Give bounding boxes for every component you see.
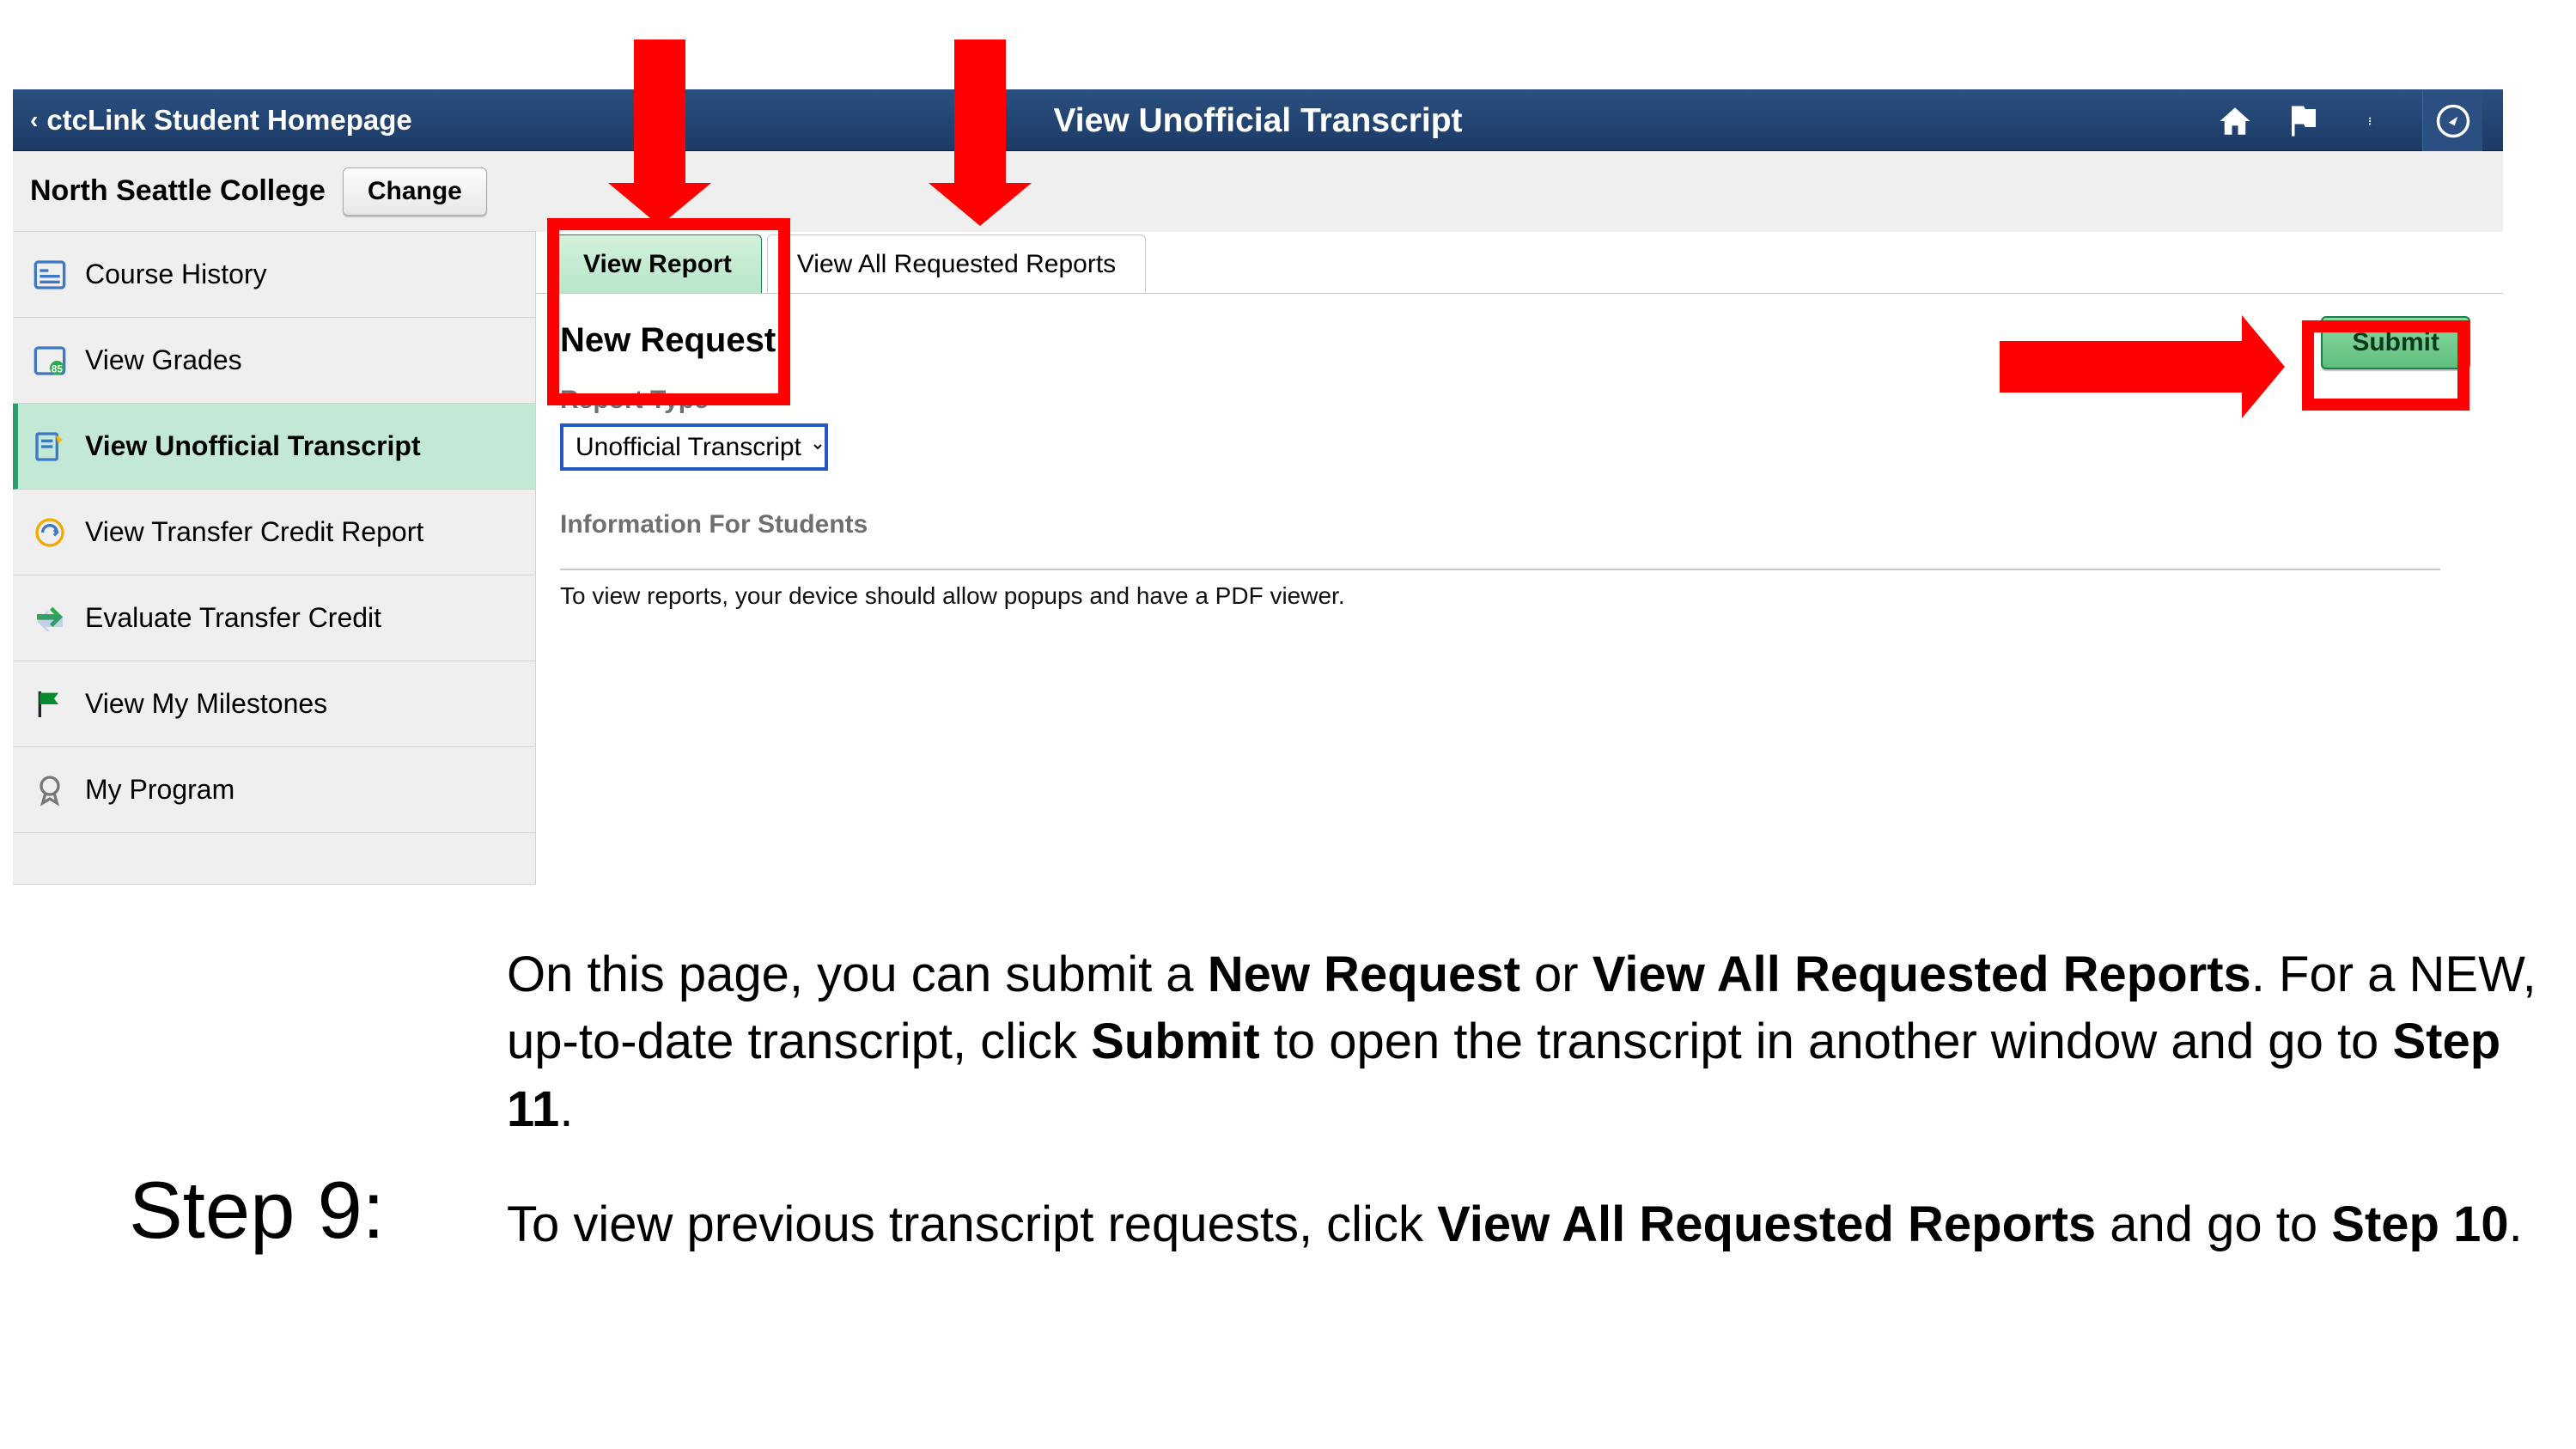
sidebar: Course History 85 View Grades View Unoff…: [13, 232, 536, 885]
instr-text-strong: View All Requested Reports: [1437, 1196, 2096, 1252]
main-content: View Report View All Requested Reports S…: [536, 232, 2503, 935]
divider: [560, 569, 2440, 570]
back-button-label: ctcLink Student Homepage: [46, 104, 411, 137]
menu-dots-icon[interactable]: [2354, 102, 2391, 140]
sidebar-item-my-program[interactable]: My Program: [13, 747, 535, 833]
instr-text-span: or: [1520, 947, 1592, 1002]
instr-text-strong: New Request: [1208, 947, 1520, 1002]
instruction-text: On this page, you can submit a New Reque…: [507, 941, 2559, 1306]
evaluate-transfer-icon: [30, 599, 70, 638]
report-type-select-wrap: Unofficial Transcript: [560, 423, 2479, 471]
instr-text-span: .: [2509, 1196, 2523, 1252]
tab-view-report[interactable]: View Report: [553, 234, 762, 293]
tab-view-all-requested-reports[interactable]: View All Requested Reports: [767, 234, 1146, 293]
instr-text-span: to open the transcript in another window…: [1260, 1014, 2393, 1069]
screenshot-area: ‹ ctcLink Student Homepage View Unoffici…: [13, 89, 2503, 935]
grades-icon: 85: [30, 341, 70, 381]
submit-button[interactable]: Submit: [2321, 316, 2470, 369]
home-icon[interactable]: [2216, 102, 2254, 140]
sidebar-item-label: View Grades: [85, 344, 242, 376]
tabs: View Report View All Requested Reports: [536, 232, 2503, 294]
instr-text-strong: Step 10: [2331, 1196, 2508, 1252]
compass-button[interactable]: [2422, 90, 2482, 152]
instructions: Step 9: On this page, you can submit a N…: [129, 941, 2559, 1306]
sidebar-item-label: View My Milestones: [85, 688, 327, 720]
change-button[interactable]: Change: [343, 167, 487, 216]
sidebar-item-view-grades[interactable]: 85 View Grades: [13, 318, 535, 404]
transcript-icon: [30, 427, 70, 466]
instr-text-span: and go to: [2096, 1196, 2331, 1252]
sidebar-item-empty: [13, 833, 535, 885]
transfer-report-icon: [30, 513, 70, 552]
flag-icon[interactable]: [2285, 102, 2323, 140]
subheader: North Seattle College Change: [13, 151, 536, 232]
header-actions: [2199, 90, 2503, 152]
sidebar-item-label: View Transfer Credit Report: [85, 516, 423, 548]
report-type-select[interactable]: Unofficial Transcript: [560, 423, 828, 471]
instr-text-strong: View All Requested Reports: [1592, 947, 2251, 1002]
ribbon-icon: [30, 770, 70, 810]
sidebar-item-view-milestones[interactable]: View My Milestones: [13, 661, 535, 747]
sidebar-item-view-unofficial-transcript[interactable]: View Unofficial Transcript: [13, 404, 535, 490]
content-top-strip: [536, 151, 2503, 232]
sidebar-item-label: View Unofficial Transcript: [85, 430, 421, 462]
instr-text-span: To view previous transcript requests, cl…: [507, 1196, 1437, 1252]
instr-text-strong: Submit: [1091, 1014, 1260, 1069]
sidebar-item-label: Course History: [85, 259, 267, 290]
sidebar-item-label: Evaluate Transfer Credit: [85, 602, 381, 634]
milestone-flag-icon: [30, 685, 70, 724]
sidebar-item-course-history[interactable]: Course History: [13, 232, 535, 318]
sidebar-item-label: My Program: [85, 774, 234, 806]
sidebar-item-transfer-credit-report[interactable]: View Transfer Credit Report: [13, 490, 535, 575]
college-name: North Seattle College: [30, 174, 326, 208]
svg-text:85: 85: [52, 363, 63, 374]
info-heading: Information For Students: [560, 510, 2479, 539]
info-note: To view reports, your device should allo…: [560, 582, 2479, 610]
sidebar-item-evaluate-transfer-credit[interactable]: Evaluate Transfer Credit: [13, 575, 535, 661]
instr-text-span: On this page, you can submit a: [507, 947, 1208, 1002]
app-header: ‹ ctcLink Student Homepage View Unoffici…: [13, 89, 2503, 151]
step-label: Step 9:: [129, 992, 490, 1257]
chevron-left-icon: ‹: [30, 107, 38, 134]
arrow-down-icon: [634, 40, 685, 190]
back-button[interactable]: ‹ ctcLink Student Homepage: [13, 90, 429, 150]
calendar-list-icon: [30, 255, 70, 295]
arrow-right-icon: [2000, 341, 2249, 393]
instr-text-span: .: [559, 1081, 573, 1137]
arrow-down-icon: [954, 40, 1006, 190]
